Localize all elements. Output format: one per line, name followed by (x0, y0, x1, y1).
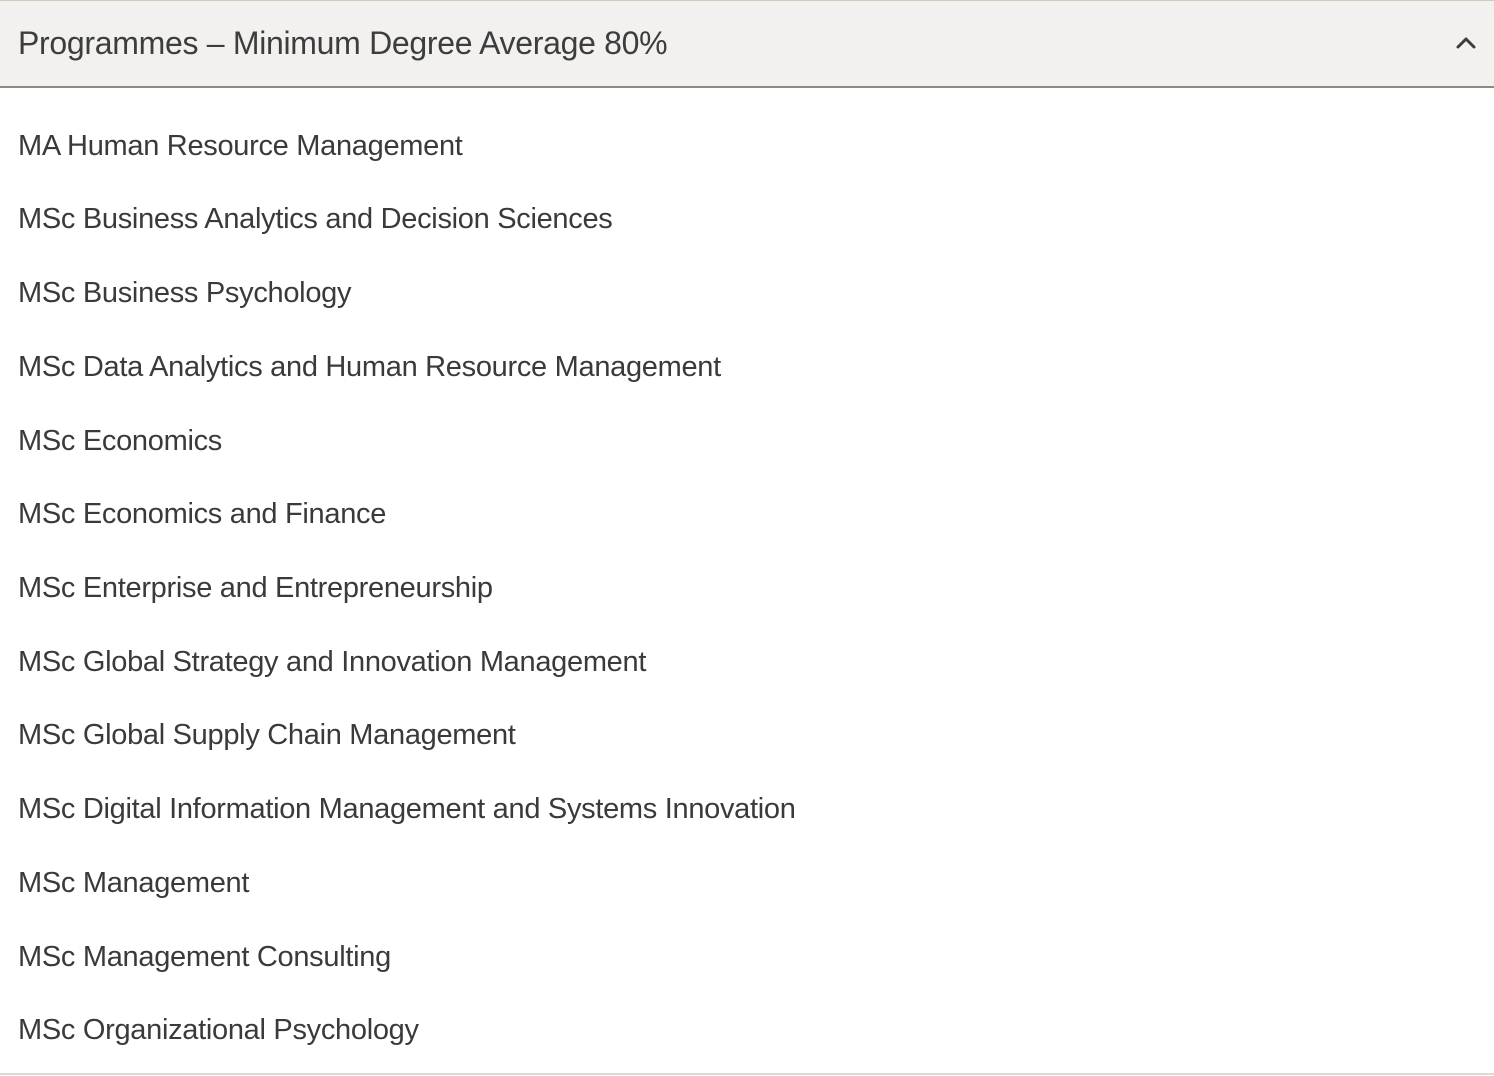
programme-item: MSc Organizational Psychology (18, 1013, 419, 1046)
programme-item: MSc Economics and Finance (18, 497, 387, 530)
programme-item: MSc Global Strategy and Innovation Manag… (18, 645, 647, 678)
programme-item: MSc Management Consulting (18, 940, 391, 973)
programme-item: MSc Global Supply Chain Management (18, 718, 516, 751)
programme-item: MSc Economics (18, 424, 222, 457)
programme-item: MSc Digital Information Management and S… (18, 792, 796, 825)
programme-item: MSc Management (18, 866, 250, 899)
accordion-bottom-divider (0, 1073, 1494, 1075)
programme-item: MA Human Resource Management (18, 129, 463, 162)
programme-item: MSc Business Analytics and Decision Scie… (18, 202, 613, 235)
chevron-up-icon[interactable] (1454, 31, 1478, 55)
programme-item: MSc Business Psychology (18, 276, 352, 309)
programme-item: MSc Enterprise and Entrepreneurship (18, 571, 493, 604)
programmes-accordion: Programmes – Minimum Degree Average 80% … (0, 0, 1494, 1076)
accordion-title: Programmes – Minimum Degree Average 80% (18, 25, 668, 61)
accordion-header[interactable]: Programmes – Minimum Degree Average 80% (0, 1, 1494, 88)
programme-item: MSc Data Analytics and Human Resource Ma… (18, 350, 721, 383)
